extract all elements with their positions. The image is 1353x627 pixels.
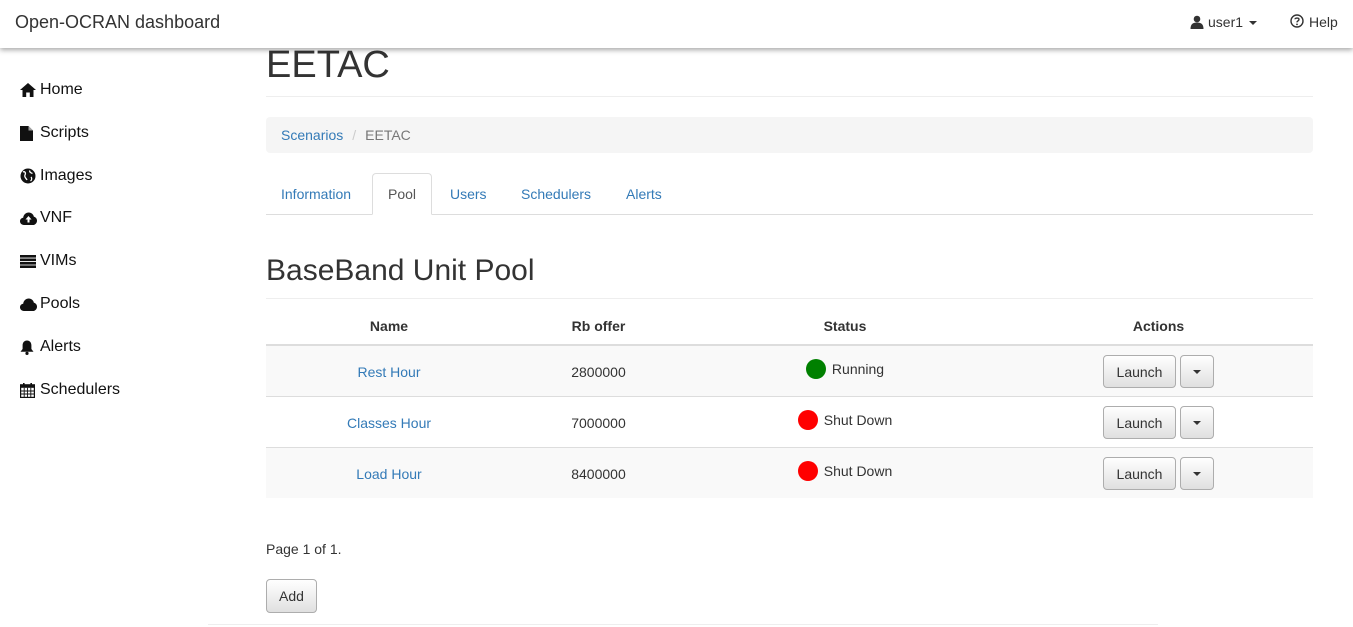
sidebar-item-label: Alerts <box>40 338 81 355</box>
actions-dropdown-toggle[interactable] <box>1180 355 1214 388</box>
section-title: BaseBand Unit Pool <box>266 254 535 287</box>
launch-button[interactable]: Launch <box>1103 406 1176 439</box>
actions-dropdown-toggle[interactable] <box>1180 457 1214 490</box>
status-indicator: Shut Down <box>797 461 893 481</box>
status-label: Shut Down <box>823 463 893 479</box>
tab-users[interactable]: Users <box>435 173 502 215</box>
status-dot-running <box>805 359 826 379</box>
file-icon <box>20 125 38 141</box>
sidebar-item-images[interactable]: Images <box>20 165 92 187</box>
status-label: Running <box>831 361 885 377</box>
table-row: Rest Hour 2800000 Running Launch <box>266 346 1313 397</box>
sidebar-item-label: Pools <box>40 295 81 312</box>
sidebar-item-label: VIMs <box>40 252 77 269</box>
column-header-actions: Actions <box>1132 318 1185 334</box>
table-row: Load Hour 8400000 Shut Down Launch <box>266 448 1313 498</box>
bell-icon <box>20 339 38 355</box>
breadcrumb-separator: / <box>352 127 357 143</box>
sidebar-item-vnf[interactable]: VNF <box>20 207 72 229</box>
title-divider <box>266 96 1313 97</box>
pagination-info: Page 1 of 1. <box>266 541 342 557</box>
tab-schedulers[interactable]: Schedulers <box>506 173 606 215</box>
page-title: EETAC <box>266 44 390 86</box>
sidebar-item-home[interactable]: Home <box>20 79 83 101</box>
user-dropdown[interactable]: user1 <box>1190 14 1258 30</box>
tab-alerts[interactable]: Alerts <box>611 173 677 215</box>
help-link[interactable]: Help <box>1290 13 1338 30</box>
breadcrumb-scenarios-link[interactable]: Scenarios <box>281 127 343 143</box>
bbu-pool-table: Name Rb offer Status Actions Rest Hour 2… <box>266 306 1313 498</box>
status-dot-shutdown <box>797 410 818 430</box>
rb-offer-value: 2800000 <box>571 363 626 380</box>
status-indicator: Shut Down <box>797 410 893 430</box>
rb-offer-value: 7000000 <box>571 414 626 431</box>
section-divider <box>266 298 1313 299</box>
launch-button[interactable]: Launch <box>1103 355 1176 388</box>
top-navbar: Open-OCRAN dashboard user1 Help <box>0 0 1353 48</box>
add-button[interactable]: Add <box>266 579 317 613</box>
help-label: Help <box>1309 14 1338 30</box>
sidebar-item-pools[interactable]: Pools <box>20 293 80 315</box>
column-header-name: Name <box>369 318 409 334</box>
tab-bar: Information Pool Users Schedulers Alerts <box>266 173 1313 215</box>
sidebar-item-label: Home <box>40 81 83 98</box>
chevron-down-icon <box>1193 471 1201 476</box>
list-icon <box>20 253 38 269</box>
sidebar-item-label: VNF <box>40 209 72 226</box>
sidebar-item-alerts[interactable]: Alerts <box>20 336 81 358</box>
column-header-rb-offer: Rb offer <box>571 318 626 334</box>
calendar-icon <box>20 382 38 398</box>
question-circle-icon <box>1290 13 1304 28</box>
breadcrumb: Scenarios / EETAC <box>266 117 1313 153</box>
pool-name-link[interactable]: Rest Hour <box>357 364 420 380</box>
home-icon <box>20 82 38 98</box>
tab-pool[interactable]: Pool <box>372 173 433 215</box>
pool-name-link[interactable]: Classes Hour <box>347 415 431 431</box>
user-icon <box>1190 15 1204 29</box>
rb-offer-value: 8400000 <box>571 465 626 482</box>
status-indicator: Running <box>805 359 885 379</box>
chevron-down-icon <box>1249 21 1258 25</box>
sidebar-item-scripts[interactable]: Scripts <box>20 122 89 144</box>
user-name: user1 <box>1208 14 1244 30</box>
actions-dropdown-toggle[interactable] <box>1180 406 1214 439</box>
globe-icon <box>20 168 38 184</box>
launch-button[interactable]: Launch <box>1103 457 1176 490</box>
sidebar-item-schedulers[interactable]: Schedulers <box>20 379 120 401</box>
table-row: Classes Hour 7000000 Shut Down Launch <box>266 397 1313 448</box>
footer-divider <box>208 624 1158 625</box>
status-dot-shutdown <box>797 461 818 481</box>
breadcrumb-current: EETAC <box>365 127 411 143</box>
cloud-icon <box>20 296 38 312</box>
chevron-down-icon <box>1193 369 1201 374</box>
brand-link[interactable]: Open-OCRAN dashboard <box>15 12 220 33</box>
chevron-down-icon <box>1193 420 1201 425</box>
sidebar-item-label: Images <box>40 167 93 184</box>
sidebar-item-label: Schedulers <box>40 381 121 398</box>
tab-information[interactable]: Information <box>266 173 366 215</box>
table-header: Name Rb offer Status Actions <box>266 306 1313 346</box>
status-label: Shut Down <box>823 412 893 428</box>
pool-name-link[interactable]: Load Hour <box>356 466 421 482</box>
sidebar-item-label: Scripts <box>40 124 89 141</box>
cloud-upload-icon <box>20 210 38 226</box>
column-header-status: Status <box>823 318 867 334</box>
sidebar-item-vims[interactable]: VIMs <box>20 250 76 272</box>
